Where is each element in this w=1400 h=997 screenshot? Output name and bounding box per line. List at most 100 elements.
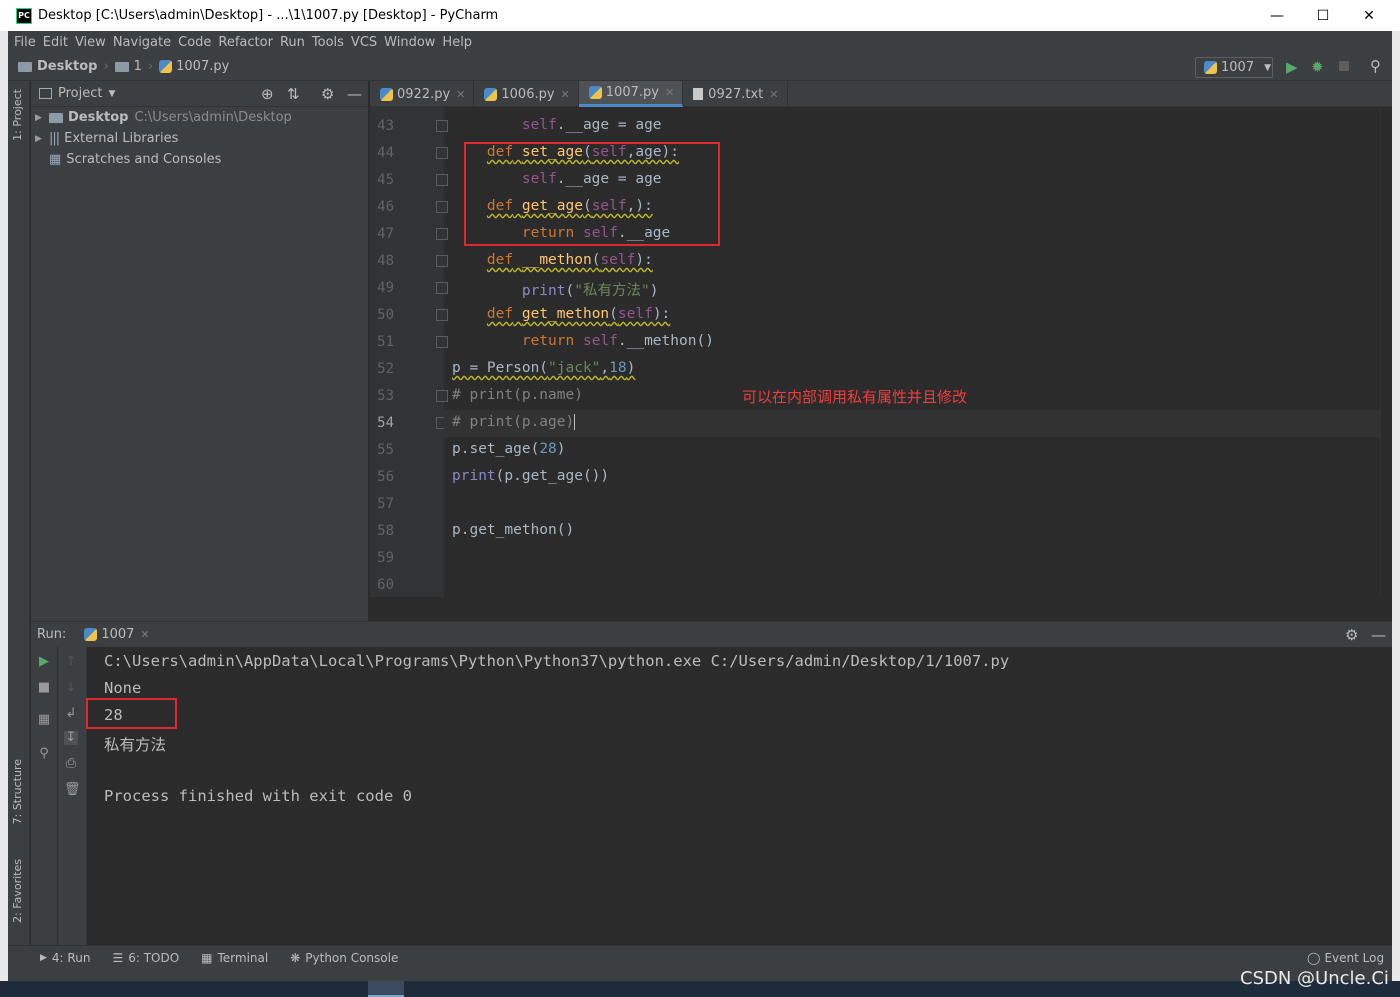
- menu-file[interactable]: File: [14, 35, 36, 50]
- print-icon[interactable]: ⎙: [64, 757, 78, 771]
- close-tab-icon[interactable]: ✕: [561, 88, 570, 101]
- run-icon: ▶: [40, 952, 47, 963]
- menu-refactor[interactable]: Refactor: [218, 35, 273, 50]
- folder-icon: [49, 112, 63, 123]
- code-line: # print(p.name): [452, 387, 583, 403]
- breadcrumb-folder[interactable]: 1: [114, 59, 142, 74]
- folder-icon: [18, 61, 32, 72]
- python-file-icon: [588, 86, 602, 99]
- gear-icon[interactable]: ⚙: [321, 85, 334, 103]
- menu-help[interactable]: Help: [442, 35, 472, 50]
- scroll-to-end-icon[interactable]: ↧: [64, 731, 78, 745]
- hide-panel-icon[interactable]: —: [1371, 626, 1386, 644]
- list-icon: ☰: [112, 950, 124, 965]
- line-number: 55: [377, 442, 394, 458]
- tab-1007[interactable]: 1007.py ✕: [578, 81, 684, 107]
- tab-run[interactable]: ▶ 4: Run: [40, 951, 90, 965]
- line-number: 43: [377, 118, 394, 134]
- close-tab-icon[interactable]: ✕: [665, 86, 674, 99]
- tab-0927[interactable]: 0927.txt ✕: [683, 81, 788, 107]
- tab-project[interactable]: 1: Project: [11, 89, 24, 141]
- python-file-icon: [1204, 61, 1217, 74]
- close-tab-icon[interactable]: ✕: [456, 88, 465, 101]
- menu-run[interactable]: Run: [280, 35, 305, 50]
- tab-structure[interactable]: 7: Structure: [11, 759, 24, 824]
- window-title: Desktop [C:\Users\admin\Desktop] - ...\1…: [38, 8, 499, 23]
- terminal-icon: ▦: [201, 950, 213, 965]
- window-frame-right: [1392, 31, 1400, 981]
- taskbar-pycharm-icon[interactable]: [368, 981, 404, 997]
- layout-icon[interactable]: ▦: [37, 713, 51, 727]
- tab-terminal[interactable]: ▦ Terminal: [201, 951, 268, 965]
- rerun-icon[interactable]: ▶: [37, 655, 51, 669]
- folder-icon: [114, 61, 129, 72]
- tab-python-console[interactable]: ❋ Python Console: [290, 951, 398, 965]
- console-line: None: [104, 679, 142, 697]
- python-file-icon: [380, 87, 393, 101]
- breadcrumb-root[interactable]: Desktop: [18, 59, 97, 74]
- arrow-down-icon[interactable]: ↓: [64, 681, 78, 695]
- arrow-up-icon[interactable]: ↑: [64, 655, 78, 669]
- hide-panel-icon[interactable]: —: [347, 85, 362, 103]
- menu-navigate[interactable]: Navigate: [113, 35, 171, 50]
- line-number: 47: [377, 226, 394, 242]
- search-icon[interactable]: ⚲: [1370, 57, 1381, 75]
- debug-icon[interactable]: ✹: [1311, 58, 1324, 76]
- tab-favorites[interactable]: 2: Favorites: [11, 859, 24, 923]
- tree-item-scratches[interactable]: ▦ Scratches and Consoles: [35, 149, 368, 170]
- run-configuration-label: 1007: [1221, 60, 1255, 75]
- menu-code[interactable]: Code: [178, 35, 211, 50]
- text-file-icon: [693, 88, 704, 100]
- line-number: 57: [377, 496, 394, 512]
- run-icon[interactable]: ▶: [1286, 58, 1298, 76]
- run-toolbar-secondary: ↑ ↓ ↲ ↧ ⎙ 🗑: [58, 647, 87, 945]
- code-line: print("私有方法"): [521, 283, 659, 299]
- tree-item-external-libraries[interactable]: ▶ ||| External Libraries: [35, 128, 368, 149]
- expand-arrow-icon[interactable]: ▶: [35, 134, 49, 144]
- menu-edit[interactable]: Edit: [43, 35, 68, 50]
- run-configuration-select[interactable]: 1007 ▼: [1195, 57, 1273, 78]
- gear-icon[interactable]: ⚙: [1345, 626, 1358, 644]
- collapse-all-icon[interactable]: ⇅: [287, 85, 300, 103]
- editor-gutter: 43 44 45 46 47 48 49 50 51 52 53 54 55 5…: [370, 107, 448, 597]
- code-line: p.get_methon(): [452, 522, 575, 538]
- menu-vcs[interactable]: VCS: [351, 35, 377, 50]
- soft-wrap-icon[interactable]: ↲: [64, 707, 78, 721]
- menu-tools[interactable]: Tools: [312, 35, 344, 50]
- line-number: 45: [377, 172, 394, 188]
- tab-label: 1007.py: [605, 85, 659, 100]
- stop-icon[interactable]: ■: [37, 681, 51, 695]
- project-view-select[interactable]: Project: [58, 86, 102, 101]
- expand-arrow-icon[interactable]: ▶: [35, 113, 49, 123]
- console-line: 私有方法: [104, 736, 167, 754]
- tab-todo[interactable]: ☰ 6: TODO: [112, 951, 179, 965]
- trash-icon[interactable]: 🗑: [64, 783, 81, 797]
- menu-window[interactable]: Window: [384, 35, 435, 50]
- menu-view[interactable]: View: [75, 35, 106, 50]
- stop-icon[interactable]: [1339, 61, 1349, 71]
- run-tab-1007[interactable]: 1007 ✕: [84, 627, 150, 642]
- pin-icon[interactable]: ⚲: [37, 747, 51, 761]
- tab-label: 0927.txt: [708, 86, 764, 102]
- line-number: 46: [377, 199, 394, 215]
- close-tab-icon[interactable]: ✕: [769, 88, 778, 101]
- line-number: 59: [377, 550, 394, 566]
- tree-item-desktop[interactable]: ▶ Desktop C:\Users\admin\Desktop: [35, 107, 368, 128]
- annotation-text: 可以在内部调用私有属性并且修改: [742, 388, 968, 406]
- tree-item-label: External Libraries: [64, 131, 179, 146]
- close-button[interactable]: ✕: [1346, 0, 1392, 31]
- tree-item-label: Scratches and Consoles: [66, 152, 222, 167]
- close-tab-icon[interactable]: ✕: [140, 628, 149, 641]
- minimize-button[interactable]: —: [1254, 0, 1300, 31]
- event-log-button[interactable]: ◯ Event Log: [1307, 951, 1384, 965]
- locate-icon[interactable]: ⊕: [261, 85, 274, 103]
- line-number: 60: [377, 577, 394, 593]
- tab-0922[interactable]: 0922.py ✕: [370, 81, 475, 107]
- editor-scrollbar[interactable]: [1380, 107, 1392, 597]
- maximize-button[interactable]: ☐: [1300, 0, 1346, 31]
- event-log-label: Event Log: [1324, 950, 1385, 965]
- console-output[interactable]: C:\Users\admin\AppData\Local\Programs\Py…: [88, 647, 1392, 945]
- tab-1006[interactable]: 1006.py ✕: [474, 81, 579, 107]
- breadcrumb-file[interactable]: 1007.py: [159, 59, 229, 74]
- run-toolbar: ▶ ■ ▦ ⚲: [31, 647, 57, 945]
